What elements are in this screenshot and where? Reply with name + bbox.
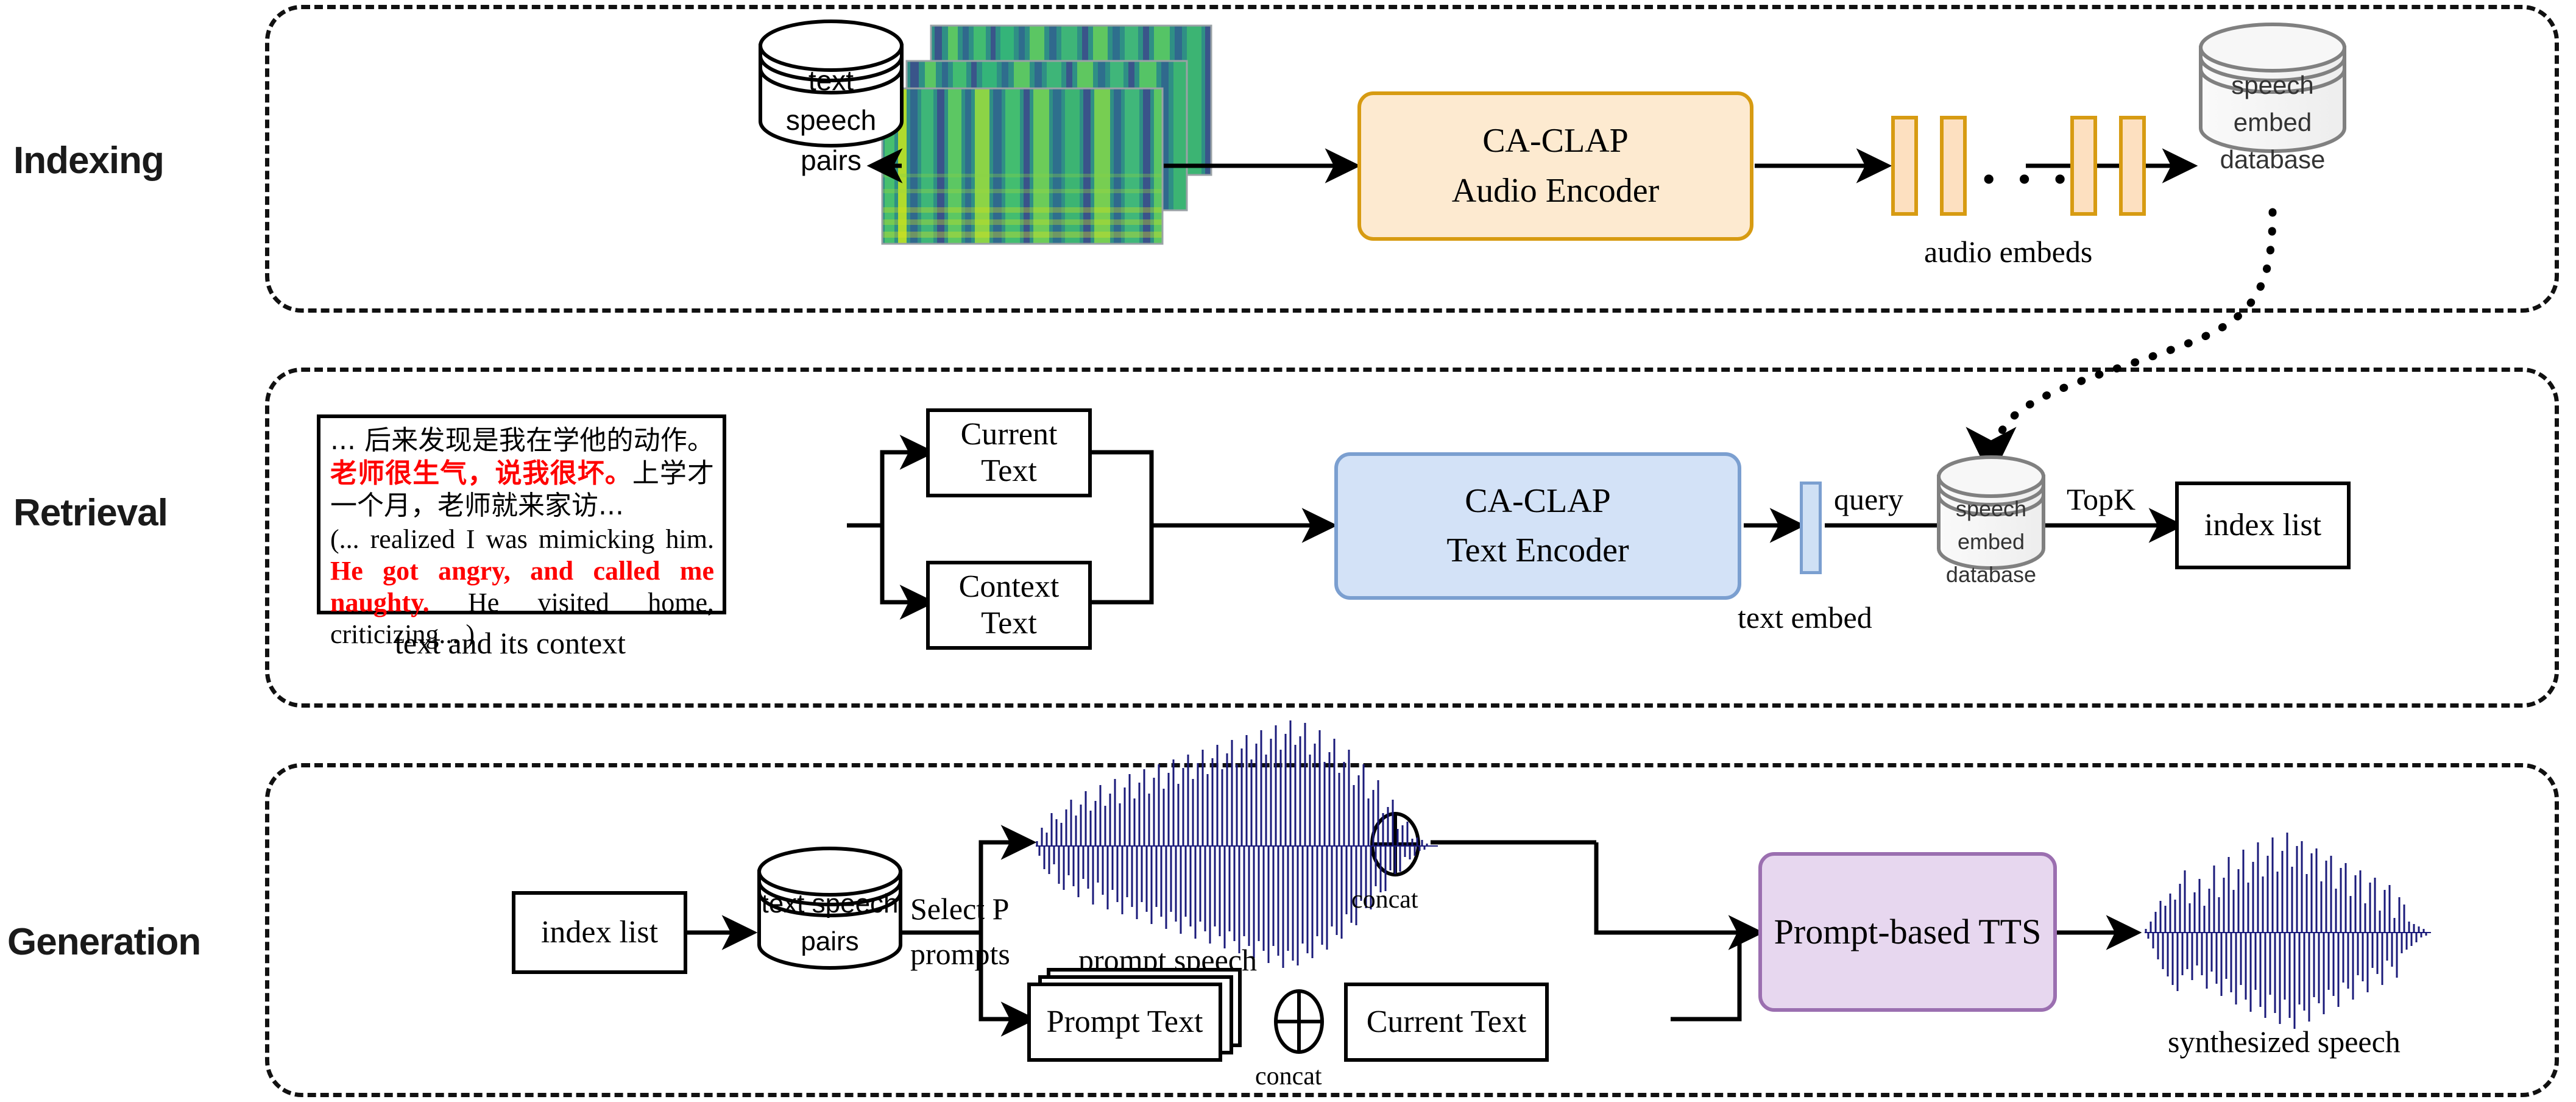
db-label-speech-embed-retrieval: speech embed database bbox=[1945, 496, 2037, 587]
query-label: query bbox=[1834, 482, 1903, 516]
audio-encoder-line1: CA-CLAP bbox=[1482, 122, 1629, 160]
sample-text-caption: text and its context bbox=[395, 626, 626, 660]
retrieval-current-text-box[interactable]: Current Text bbox=[926, 408, 1092, 497]
select-prompts-label-line1: Select P bbox=[910, 892, 1010, 926]
concat-top-label: concat bbox=[1351, 886, 1418, 914]
db-label-text-speech-pairs: text speech pairs bbox=[785, 65, 877, 176]
audio-embeds-ellipsis: • • • bbox=[1982, 157, 2073, 201]
section-label-generation: Generation bbox=[7, 921, 201, 963]
synthesized-speech-label: synthesized speech bbox=[2168, 1025, 2401, 1059]
audio-embeds-label: audio embeds bbox=[1924, 235, 2093, 269]
section-label-retrieval: Retrieval bbox=[13, 492, 168, 534]
prompt-text-box[interactable]: Prompt Text bbox=[1027, 983, 1222, 1062]
text-embed-label: text embed bbox=[1738, 600, 1872, 635]
text-encoder-line2: Text Encoder bbox=[1446, 531, 1629, 569]
text-embed-bar bbox=[1800, 482, 1822, 574]
audio-embed-bar-1 bbox=[1891, 116, 1918, 216]
prompt-based-tts-box[interactable]: Prompt-based TTS bbox=[1758, 852, 2057, 1012]
sample-cn-prefix: ... 后来发现是我在学他的动作。 bbox=[330, 425, 714, 456]
topk-label: TopK bbox=[2067, 482, 2136, 516]
sample-text-box: ... 后来发现是我在学他的动作。老师很生气，说我很坏。上学才一个月，老师就来家… bbox=[317, 414, 726, 649]
sample-en-prefix: (... realized I was mimicking him. bbox=[330, 524, 714, 555]
section-label-indexing: Indexing bbox=[13, 140, 165, 182]
ca-clap-text-encoder[interactable]: CA-CLAP Text Encoder bbox=[1334, 452, 1741, 600]
tts-label: Prompt-based TTS bbox=[1774, 911, 2042, 951]
sample-cn-highlight: 老师很生气，说我很坏。 bbox=[330, 457, 632, 489]
generation-current-text-box[interactable]: Current Text bbox=[1344, 983, 1549, 1062]
audio-encoder-line2: Audio Encoder bbox=[1451, 171, 1660, 210]
sample-text-chinese: ... 后来发现是我在学他的动作。老师很生气，说我很坏。上学才一个月，老师就来家… bbox=[330, 424, 714, 522]
retrieval-index-list-box[interactable]: index list bbox=[2175, 482, 2351, 569]
retrieval-context-text-box[interactable]: Context Text bbox=[926, 561, 1092, 650]
select-prompts-label-line2: prompts bbox=[910, 937, 1010, 971]
ca-clap-audio-encoder[interactable]: CA-CLAP Audio Encoder bbox=[1357, 91, 1753, 241]
concat-bottom-label: concat bbox=[1255, 1062, 1322, 1090]
text-encoder-line1: CA-CLAP bbox=[1465, 482, 1611, 520]
db-label-text-speech-pairs-gen: text speech pairs bbox=[761, 889, 899, 957]
audio-embed-bar-4 bbox=[2119, 116, 2146, 216]
db-label-speech-embed-indexing: speech embed database bbox=[2220, 71, 2326, 174]
audio-embed-bar-3 bbox=[2070, 116, 2097, 216]
audio-embed-bar-2 bbox=[1940, 116, 1967, 216]
generation-index-list-box[interactable]: index list bbox=[512, 891, 687, 974]
